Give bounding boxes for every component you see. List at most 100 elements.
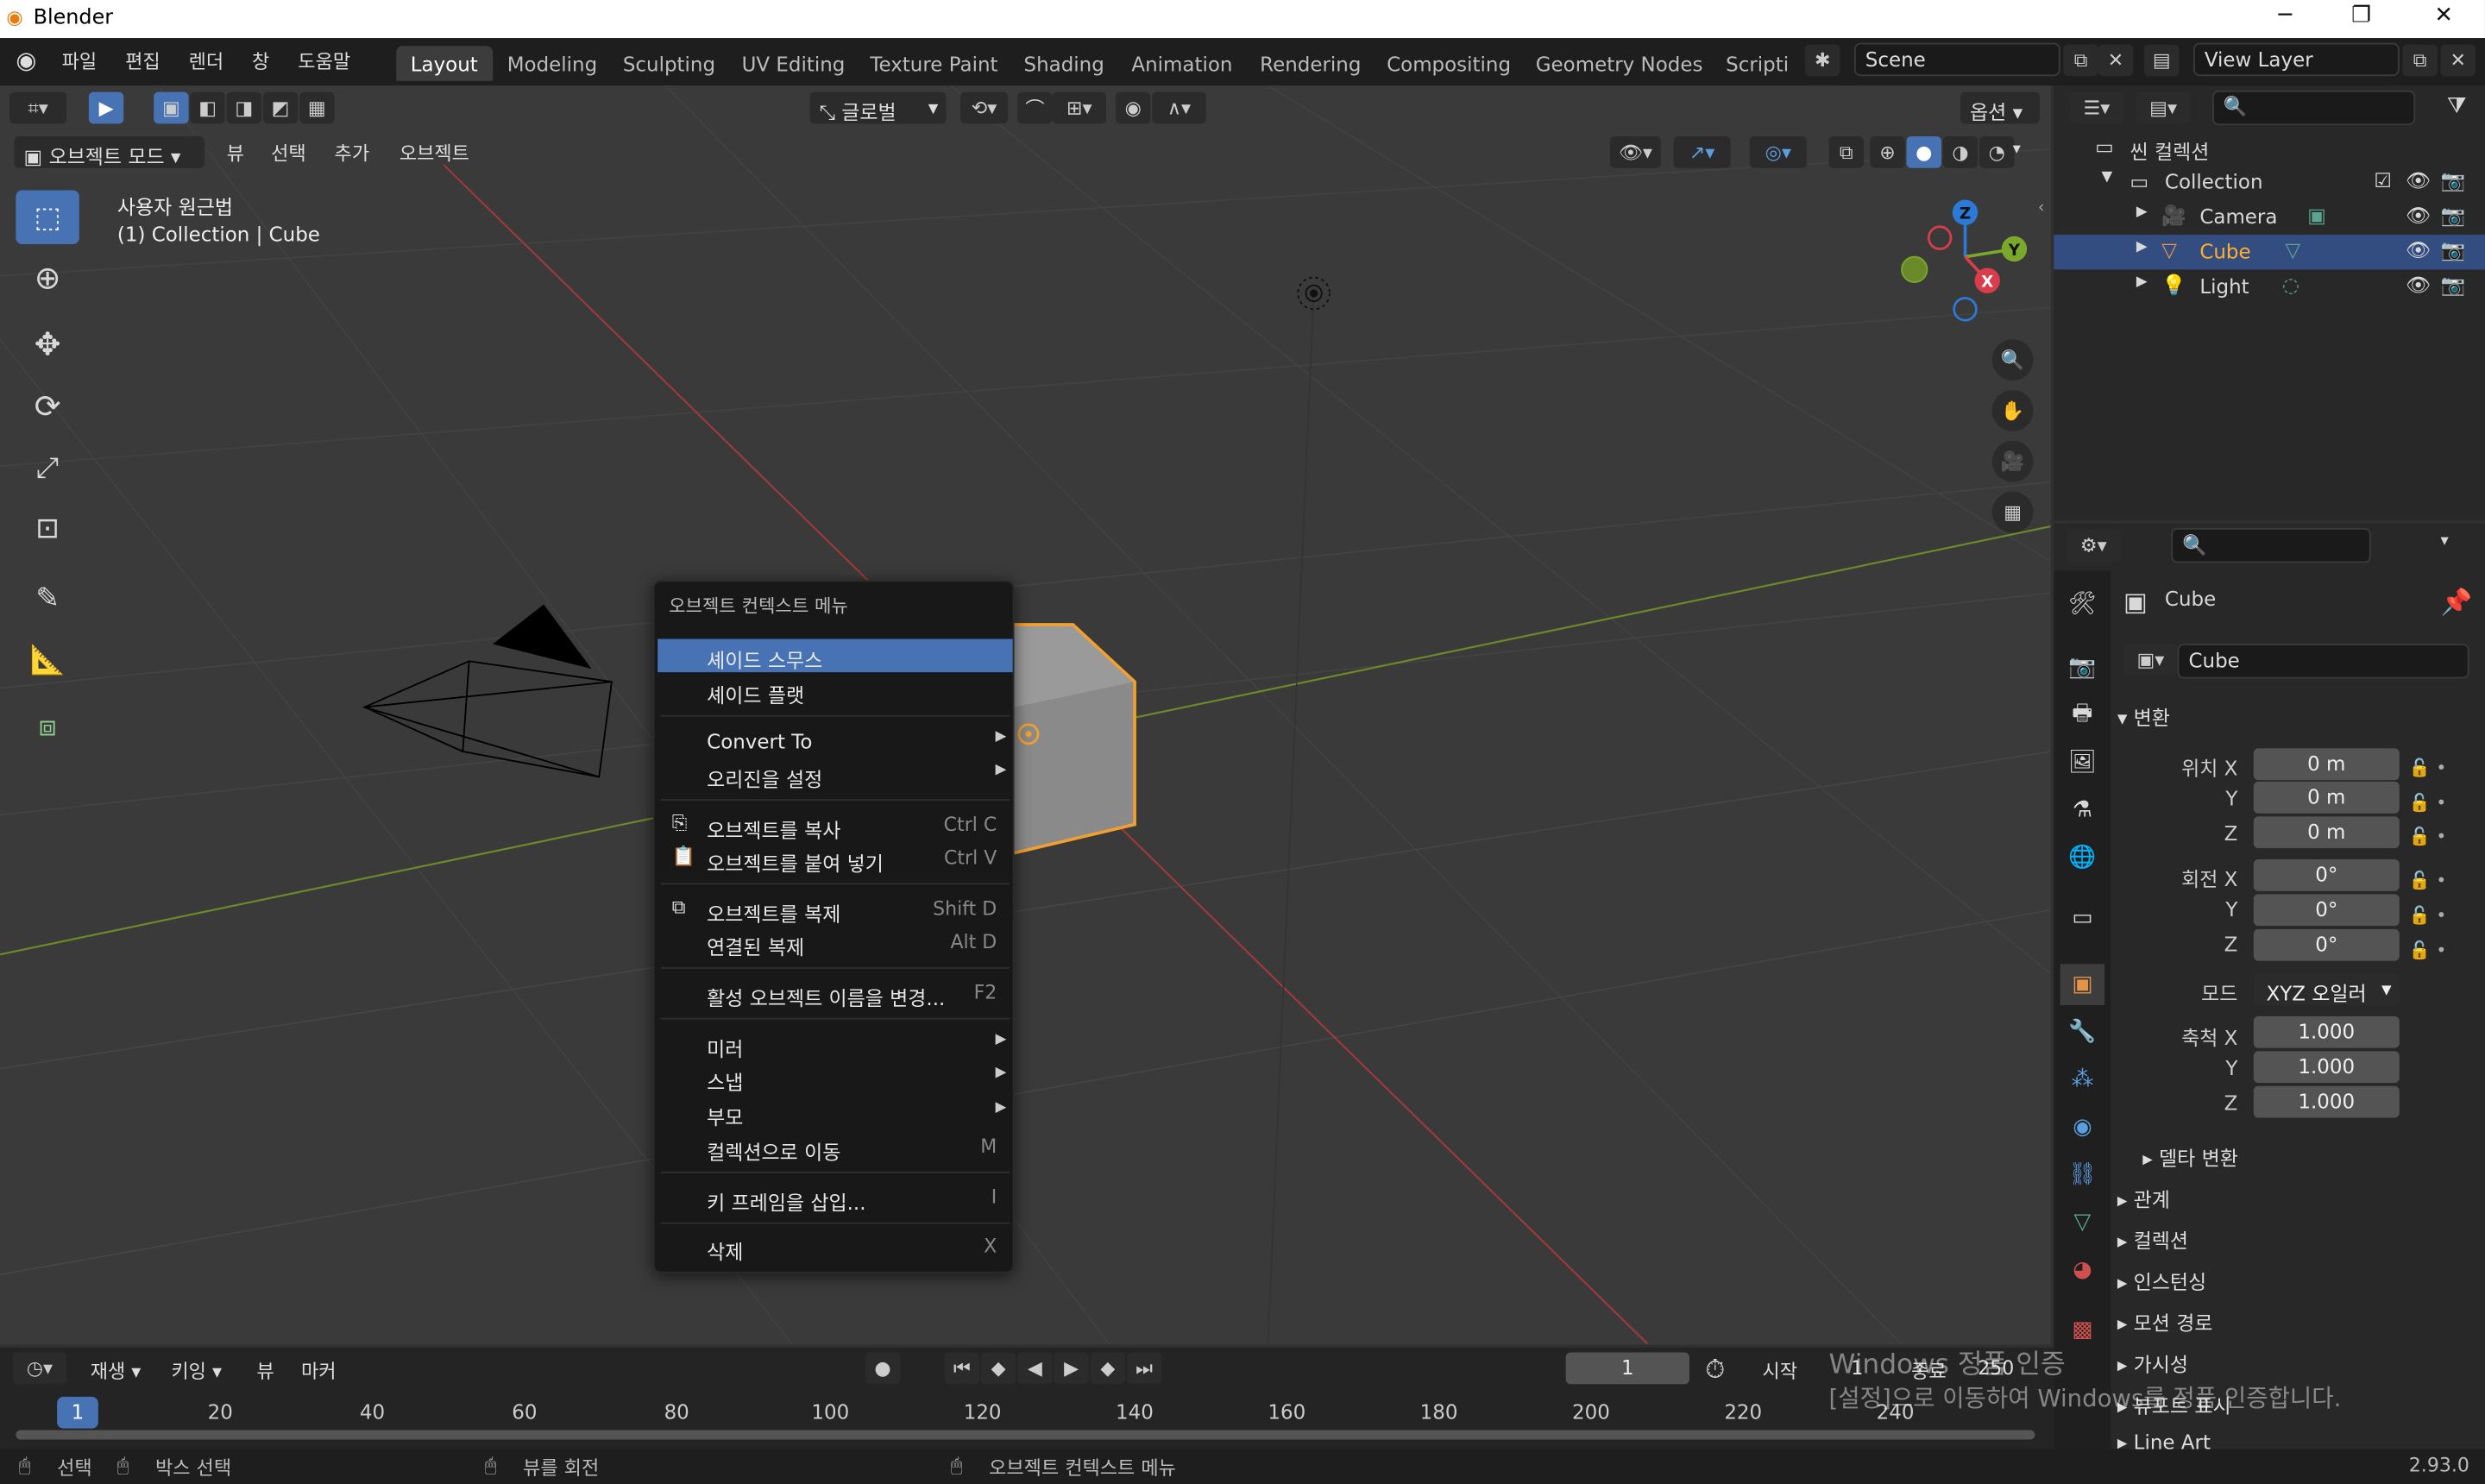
menu-item-shade-smooth[interactable]: 셰이드 스무스 [657,638,1013,673]
menu-item-convert-to[interactable]: Convert To ▶ [657,725,1012,758]
tab-uv-editing[interactable]: UV Editing [727,46,859,80]
new-view-layer-icon[interactable]: ⧉ [2402,44,2438,77]
current-frame-field[interactable]: 1 [1565,1352,1689,1385]
menu-item-shade-flat[interactable]: 셰이드 플랫 [657,674,1012,707]
gizmo-toggle-icon[interactable]: ↗▾ [1673,136,1731,168]
delete-scene-icon[interactable]: ✕ [2098,44,2134,77]
tab-modeling[interactable]: Modeling [493,46,612,80]
menu-object[interactable]: 오브젝트 [399,140,469,167]
falloff-icon[interactable]: ∧▾ [1152,91,1206,124]
play-icon[interactable]: ▶ [1054,1352,1089,1385]
menu-file[interactable]: 파일 [62,47,98,74]
new-scene-icon[interactable]: ⧉ [2063,44,2098,77]
tab-geometry-nodes[interactable]: Geometry Nodes [1521,46,1717,80]
filter-icon[interactable]: ⧩ [2447,93,2467,118]
menu-item-duplicate-linked[interactable]: 연결된 복제 Alt D [657,926,1012,959]
data-tab-icon[interactable]: ▽ [2060,1202,2104,1243]
physics-tab-icon[interactable]: ◉ [2060,1107,2104,1148]
lock-icon[interactable]: 🔓 • [2409,933,2447,967]
snap-target-icon[interactable]: ⊞▾ [1052,91,1107,124]
collection-tab-icon[interactable]: ▭ [2060,897,2104,939]
view-layer-browse-icon[interactable]: ▤ [2144,44,2180,77]
outliner-row-light[interactable]: ▶ 💡 Light ◌ 👁 📷 [2054,269,2485,304]
select-new-icon[interactable]: ▣ [154,91,189,124]
rotation-x-field[interactable]: 0° [2253,858,2400,891]
mode-dropdown[interactable]: ▣ 오브젝트 모드 ▾ [12,135,206,170]
render-camera-icon[interactable]: 📷 [2441,238,2466,263]
tab-scripting[interactable]: Scripti [1712,46,1803,80]
options-dropdown[interactable]: 옵션 ▾ [1959,90,2041,126]
location-x-field[interactable]: 0 m [2253,748,2400,781]
menu-window[interactable]: 창 [252,47,269,74]
menu-item-move-to-collection[interactable]: 컬렉션으로 이동 M [657,1130,1012,1164]
solid-shading-icon[interactable]: ● [1906,136,1941,168]
tab-animation[interactable]: Animation [1117,46,1247,80]
outliner-search-input[interactable]: 🔍 [2212,90,2416,126]
expand-arrow-icon[interactable]: ▶ [2136,239,2148,255]
stopwatch-icon[interactable]: ⏱ [1705,1354,1725,1386]
tab-compositing[interactable]: Compositing [1373,46,1526,80]
play-reverse-icon[interactable]: ◀ [1017,1352,1053,1385]
select-box-tool[interactable]: ⬚ [16,190,79,244]
rotate-tool[interactable]: ⟳ [16,379,79,432]
lock-icon[interactable]: 🔓 • [2409,751,2447,786]
tab-shading[interactable]: Shading [1010,46,1118,80]
blender-menu-icon[interactable]: ◉ [16,46,36,74]
view-layer-tab-icon[interactable]: 🖼 [2060,742,2104,783]
menu-item-parent[interactable]: 부모 ▶ [657,1096,1012,1129]
lock-icon[interactable]: 🔓 • [2409,821,2447,855]
select-invert-icon[interactable]: ◩ [262,91,299,124]
rotation-y-field[interactable]: 0° [2253,894,2400,927]
transform-section-header[interactable]: ▾ 변환 [2117,701,2170,731]
zoom-icon[interactable]: 🔍 [1991,339,2034,381]
object-tab-icon[interactable]: ▣ [2060,964,2105,1006]
lock-icon[interactable]: 🔓 • [2409,865,2447,899]
rotation-mode-dropdown[interactable]: XYZ 오일러 ▾ [2253,973,2400,1006]
measure-tool[interactable]: 📐 [16,632,79,686]
3d-viewport[interactable]: ⌗▾ ▶ ▣ ◧ ◨ ◩ ▦ ⤡ 글로벌 ▾ ⟲▾ ⌒ ⊞▾ ◉ ∧▾ 옵션 ▾ … [0,85,2051,1345]
relations-section[interactable]: ▸ 관계 [2117,1183,2170,1213]
outliner-editor-type-icon[interactable]: ☰▾ [2069,91,2124,124]
eye-icon[interactable]: 👁 [2406,238,2431,263]
render-tab-icon[interactable]: 📷 [2060,647,2104,689]
scale-z-field[interactable]: 1.000 [2253,1085,2400,1118]
view-layer-field[interactable]: View Layer [2192,42,2400,77]
select-mode-group[interactable]: ▣ ◧ ◨ ◩ ▦ [154,91,335,124]
next-keyframe-icon[interactable]: ◆ [1090,1352,1126,1385]
output-tab-icon[interactable]: 🖶 [2060,695,2104,736]
menu-item-insert-keyframe[interactable]: 키 프레임을 삽입... I [657,1181,1012,1215]
prev-keyframe-icon[interactable]: ◆ [980,1352,1016,1385]
overlays-icon[interactable]: ◎▾ [1749,136,1807,168]
snap-toggle-icon[interactable]: ⌒ [1017,91,1053,124]
pan-hand-icon[interactable]: ✋ [1991,390,2034,431]
location-y-field[interactable]: 0 m [2253,781,2400,814]
eye-icon[interactable]: 👁 [2406,168,2431,193]
eye-icon[interactable]: 👁 [2406,273,2431,298]
close-button[interactable]: ✕ [2412,3,2475,28]
menu-render[interactable]: 렌더 [189,47,224,74]
pin-icon[interactable]: 📌 [2441,587,2473,617]
add-cube-tool[interactable]: ⧈ [16,699,79,752]
particles-tab-icon[interactable]: ⁂ [2060,1060,2104,1101]
scale-y-field[interactable]: 1.000 [2253,1051,2400,1084]
shading-group[interactable]: ⊕ ● ◑ ◔ [1870,136,2015,168]
outliner-row-cube[interactable]: ▶ ▽ Cube ▽ 👁 📷 [2054,234,2485,270]
outliner-row-collection[interactable]: ▼ ▭ Collection ☑ 👁 📷 [2054,165,2485,199]
minimize-button[interactable]: ─ [2254,3,2317,28]
collections-section[interactable]: ▸ 컬렉션 [2117,1224,2188,1254]
tab-sculpting[interactable]: Sculpting [608,46,729,80]
menu-select[interactable]: 선택 [271,140,306,167]
camera-view-icon[interactable]: 🎥 [1991,440,2034,482]
visibility-section[interactable]: ▸ 가시성 [2117,1348,2188,1378]
eye-icon[interactable]: 👁 [2406,203,2431,228]
motion-paths-section[interactable]: ▸ 모션 경로 [2117,1306,2213,1336]
delete-view-layer-icon[interactable]: ✕ [2440,44,2476,77]
keying-menu[interactable]: 키잉 ▾ [171,1357,222,1384]
constraints-tab-icon[interactable]: ⛓ [2060,1154,2104,1196]
expand-arrow-icon[interactable]: ▼ [2101,170,2112,186]
tool-tab-icon[interactable]: 🛠 [2060,583,2104,625]
menu-item-mirror[interactable]: 미러 ▶ [657,1028,1012,1060]
properties-options-chevron-icon[interactable]: ▾ [2441,532,2449,550]
menu-help[interactable]: 도움말 [298,47,350,74]
select-intersect-icon[interactable]: ▦ [299,91,335,124]
